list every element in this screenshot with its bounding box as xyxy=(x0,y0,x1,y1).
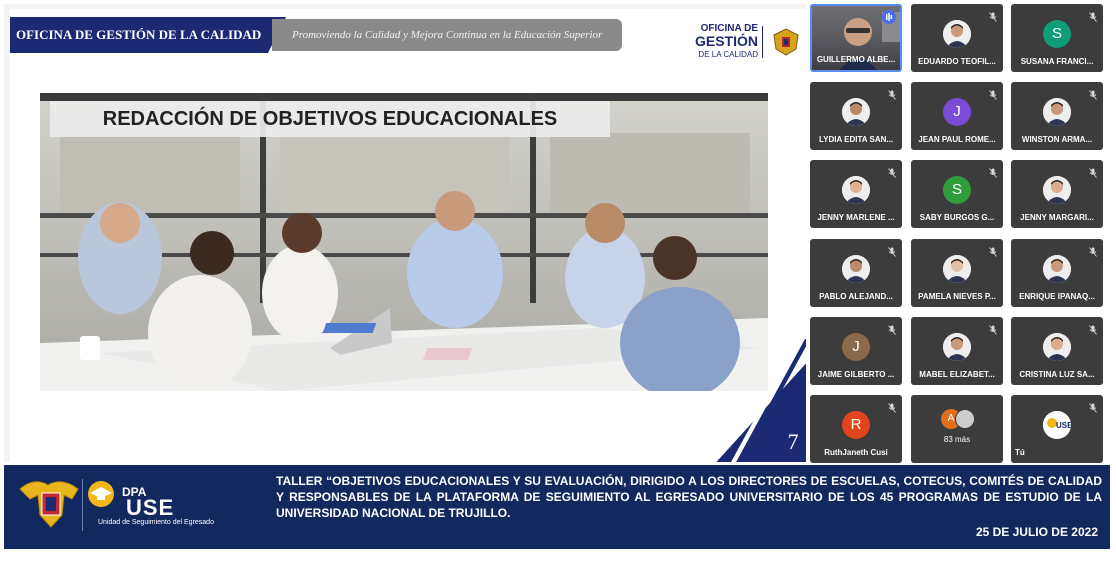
dpa-use-logo: DPA USE Unidad de Seguimiento del Egresa… xyxy=(16,475,216,537)
participant-avatar: S xyxy=(943,176,971,204)
mic-off-icon xyxy=(888,400,896,413)
participant-avatar xyxy=(1043,98,1071,126)
office-meeting-image xyxy=(40,93,768,391)
participant-tile[interactable]: J JAIME GILBERTO ... xyxy=(810,317,902,385)
participant-tile[interactable]: JENNY MARGARI... xyxy=(1011,160,1103,228)
participant-avatar xyxy=(842,98,870,126)
participant-tile[interactable]: CRISTINA LUZ SA... xyxy=(1011,317,1103,385)
participant-name: JENNY MARGARI... xyxy=(1020,213,1094,222)
slide-title: REDACCIÓN DE OBJETIVOS EDUCACIONALES xyxy=(50,101,610,137)
participant-name: MABEL ELIZABET... xyxy=(919,370,995,379)
participant-name: SUSANA FRANCI... xyxy=(1020,57,1094,66)
slide-page-number: 7 xyxy=(787,429,799,454)
use-label: USE xyxy=(126,495,175,520)
logo-separator xyxy=(762,26,763,58)
participant-grid[interactable]: GUILLERMO ALBE... EDUARDO TEOFIL... S SUSAN… xyxy=(810,4,1114,463)
meeting-photo xyxy=(40,93,768,391)
participant-tile[interactable]: R RuthJaneth Cusi xyxy=(810,395,902,463)
participant-name: SABY BURGOS G... xyxy=(919,213,995,222)
more-participants-avatars: A xyxy=(941,409,981,433)
participant-name: JEAN PAUL ROME... xyxy=(918,135,996,144)
mic-off-icon xyxy=(1089,87,1097,100)
mic-off-icon xyxy=(1089,165,1097,178)
mic-off-icon xyxy=(989,322,997,335)
participant-tile[interactable]: PABLO ALEJAND... xyxy=(810,239,902,307)
participant-avatar xyxy=(842,255,870,283)
event-banner: DPA USE Unidad de Seguimiento del Egresa… xyxy=(4,465,1110,549)
use-subtitle: Unidad de Seguimiento del Egresado xyxy=(98,519,214,526)
participant-name: LYDIA EDITA SAN... xyxy=(818,135,894,144)
participant-tile[interactable]: PAMELA NIEVES P... xyxy=(911,239,1003,307)
participant-name: WINSTON ARMA... xyxy=(1021,135,1093,144)
speaking-indicator-icon xyxy=(882,10,896,24)
svg-text:USE: USE xyxy=(1056,421,1071,430)
participant-name: PAMELA NIEVES P... xyxy=(918,292,996,301)
slide-header-tagline: Promoviendo la Calidad y Mejora Continua… xyxy=(272,19,622,51)
participant-avatar xyxy=(1043,255,1071,283)
mic-off-icon xyxy=(1089,244,1097,257)
participant-name: PABLO ALEJAND... xyxy=(819,292,893,301)
participant-avatar xyxy=(1043,176,1071,204)
participant-name: CRISTINA LUZ SA... xyxy=(1019,370,1095,379)
participant-tile[interactable]: GUILLERMO ALBE... xyxy=(810,4,902,72)
mic-off-icon xyxy=(888,165,896,178)
mic-off-icon xyxy=(989,165,997,178)
graduation-cap-icon xyxy=(88,481,114,507)
university-crest-icon xyxy=(773,28,799,56)
participant-name: EDUARDO TEOFIL... xyxy=(918,57,996,66)
participant-name: JAIME GILBERTO ... xyxy=(817,370,895,379)
participant-avatar: J xyxy=(842,333,870,361)
mic-off-icon xyxy=(888,87,896,100)
logo-line3: DE LA CALIDAD xyxy=(698,50,758,59)
mic-off-icon xyxy=(989,244,997,257)
mic-off-icon xyxy=(989,87,997,100)
event-date: 25 DE JULIO DE 2022 xyxy=(975,525,1098,539)
logo-divider xyxy=(82,479,83,531)
participant-tile[interactable]: JENNY MARLENE ... xyxy=(810,160,902,228)
participant-avatar xyxy=(842,176,870,204)
participant-avatar xyxy=(955,409,975,429)
meeting-window: OFICINA DE GESTIÓN DE LA CALIDAD Promovi… xyxy=(0,0,1116,562)
participant-avatar: R xyxy=(842,411,870,439)
logo-line2: GESTIÓN xyxy=(694,33,758,49)
participant-tile[interactable]: LYDIA EDITA SAN... xyxy=(810,82,902,150)
more-participants-count: 83 más xyxy=(943,435,971,444)
participant-avatar xyxy=(943,333,971,361)
participant-avatar: J xyxy=(943,98,971,126)
office-logo: OFICINA DE GESTIÓN DE LA CALIDAD xyxy=(680,23,800,63)
participant-name: Tú xyxy=(1015,448,1025,457)
participant-avatar: S xyxy=(1043,20,1071,48)
shared-slide: OFICINA DE GESTIÓN DE LA CALIDAD Promovi… xyxy=(4,4,806,462)
participant-avatar xyxy=(943,255,971,283)
mic-off-icon xyxy=(1089,322,1097,335)
use-logo-avatar: USE xyxy=(1043,411,1073,439)
participant-name: GUILLERMO ALBE... xyxy=(816,55,896,64)
mic-off-icon xyxy=(888,322,896,335)
participant-tile[interactable]: MABEL ELIZABET... xyxy=(911,317,1003,385)
event-description: TALLER “OBJETIVOS EDUCACIONALES Y SU EVA… xyxy=(276,474,1102,520)
participant-tile[interactable]: S SUSANA FRANCI... xyxy=(1011,4,1103,72)
participant-tile[interactable]: S SABY BURGOS G... xyxy=(911,160,1003,228)
participant-tile[interactable]: USE Tú xyxy=(1011,395,1103,463)
participant-name: JENNY MARLENE ... xyxy=(817,213,895,222)
participant-tile[interactable]: WINSTON ARMA... xyxy=(1011,82,1103,150)
university-crest-icon xyxy=(19,481,79,528)
slide-header-office: OFICINA DE GESTIÓN DE LA CALIDAD xyxy=(10,17,286,53)
mic-off-icon xyxy=(1089,400,1097,413)
mic-off-icon xyxy=(888,244,896,257)
mic-off-icon xyxy=(989,9,997,22)
participant-avatar xyxy=(943,20,971,48)
participant-name: RuthJaneth Cusi xyxy=(824,448,888,457)
mic-off-icon xyxy=(1089,9,1097,22)
participant-tile[interactable]: A 83 más xyxy=(911,395,1003,463)
slide-canvas: OFICINA DE GESTIÓN DE LA CALIDAD Promovi… xyxy=(10,9,806,462)
participant-tile[interactable]: J JEAN PAUL ROME... xyxy=(911,82,1003,150)
participant-tile[interactable]: ENRIQUE IPANAQ... xyxy=(1011,239,1103,307)
participant-avatar xyxy=(1043,333,1071,361)
participant-name: ENRIQUE IPANAQ... xyxy=(1019,292,1095,301)
participant-tile[interactable]: EDUARDO TEOFIL... xyxy=(911,4,1003,72)
